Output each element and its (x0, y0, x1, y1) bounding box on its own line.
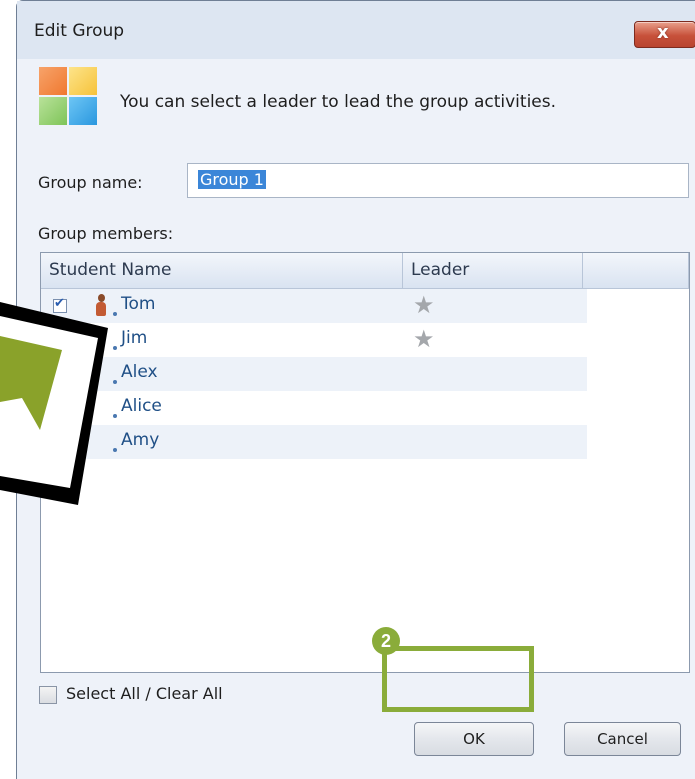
column-leader[interactable]: Leader (403, 253, 583, 288)
member-row-alice[interactable]: Alice (41, 391, 587, 425)
close-icon: x (657, 22, 669, 43)
member-row-jim[interactable]: Jim ★ (41, 323, 587, 357)
checkbox-box[interactable] (39, 686, 57, 704)
step-badge: 2 (372, 627, 400, 655)
dialog-description: You can select a leader to lead the grou… (120, 92, 557, 112)
ok-highlight-frame (382, 646, 534, 712)
member-row-amy[interactable]: Amy (41, 425, 587, 459)
ok-button[interactable]: OK (414, 722, 534, 756)
group-name-value: Group 1 (198, 170, 266, 189)
member-row-alex[interactable]: Alex (41, 357, 587, 391)
group-name-input[interactable]: Group 1 (187, 163, 689, 198)
member-name: Tom (121, 294, 156, 314)
edit-group-dialog: Edit Group x You can select a leader to … (16, 0, 695, 779)
member-name: Jim (121, 328, 148, 348)
group-name-label: Group name: (38, 173, 143, 192)
close-button[interactable]: x (634, 21, 695, 48)
members-list[interactable]: Student Name Leader ✔ Tom ★ Jim ★ Alex A… (40, 252, 690, 673)
dialog-title: Edit Group (34, 21, 125, 41)
star-icon[interactable]: ★ (413, 291, 435, 319)
member-name: Amy (121, 430, 160, 450)
cancel-button[interactable]: Cancel (564, 722, 681, 756)
member-name: Alex (121, 362, 158, 382)
dialog-content: You can select a leader to lead the grou… (17, 59, 695, 779)
group-members-label: Group members: (38, 224, 174, 243)
select-all-label: Select All / Clear All (66, 684, 223, 703)
star-icon[interactable]: ★ (413, 325, 435, 353)
member-name: Alice (121, 396, 162, 416)
group-app-icon (39, 67, 99, 127)
column-student-name[interactable]: Student Name (41, 253, 403, 288)
list-header: Student Name Leader (41, 253, 689, 289)
arrow-pointer-icon (0, 302, 108, 505)
title-bar[interactable]: Edit Group x (17, 1, 695, 59)
member-row-tom[interactable]: ✔ Tom ★ (41, 289, 587, 323)
column-empty[interactable] (583, 253, 689, 288)
